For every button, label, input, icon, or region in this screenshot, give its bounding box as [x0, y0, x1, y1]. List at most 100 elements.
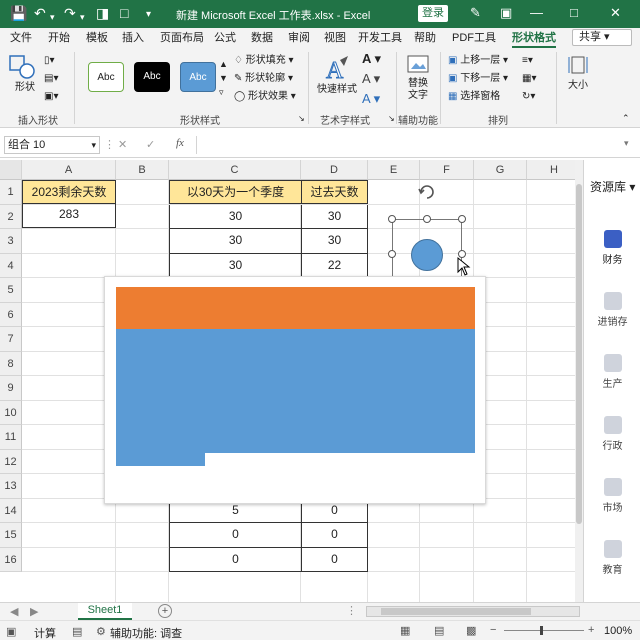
alt-text-button[interactable]: 替换 文字	[402, 54, 434, 106]
sheet-tab-sheet1[interactable]: Sheet1	[78, 603, 132, 620]
customize-qat-icon[interactable]: ▾	[146, 7, 151, 23]
row-header-14[interactable]: 14	[0, 498, 22, 523]
expand-formula-icon[interactable]: ▾	[624, 138, 629, 149]
redo-dropdown-icon[interactable]: ▾	[80, 9, 85, 25]
zoom-level[interactable]: 100%	[604, 625, 632, 637]
name-box[interactable]: 组合 10 ▾	[4, 136, 100, 154]
row-header-16[interactable]: 16	[0, 547, 22, 572]
style-sample-blue[interactable]: Abc	[180, 62, 216, 92]
shape-fill-button[interactable]: ♢ 形状填充 ▾	[234, 54, 294, 67]
cell-D1[interactable]: 过去天数	[301, 180, 368, 204]
formula-more-icon[interactable]: ⋮	[104, 138, 115, 151]
redo-icon[interactable]: ↷	[64, 5, 76, 21]
image-icon[interactable]: □	[120, 5, 128, 21]
row-header-10[interactable]: 10	[0, 400, 22, 425]
column-header-C[interactable]: C	[169, 160, 301, 180]
share-button[interactable]: 共享 ▾	[572, 29, 632, 46]
cell-D3[interactable]: 30	[301, 229, 368, 254]
cell-D15[interactable]: 0	[301, 523, 368, 548]
shape-outline-button[interactable]: ✎ 形状轮廓 ▾	[234, 72, 293, 85]
dialog-launcher-icon[interactable]: ↘	[388, 112, 395, 125]
resize-handle[interactable]	[388, 250, 396, 258]
cancel-icon[interactable]: ✕	[118, 138, 127, 151]
cell-C15[interactable]: 0	[169, 523, 302, 548]
resource-library-title[interactable]: 资源库 ▾	[590, 178, 635, 195]
tab-home[interactable]: 开始	[48, 31, 70, 45]
add-sheet-icon[interactable]: +	[158, 604, 172, 618]
collapse-ribbon-icon[interactable]: ⌃	[622, 112, 630, 125]
row-header-4[interactable]: 4	[0, 253, 22, 278]
chart-blue-band[interactable]	[116, 329, 475, 453]
save-icon[interactable]: 💾	[10, 5, 27, 21]
macro-icon[interactable]: ▤	[72, 625, 82, 638]
shape-effects-button[interactable]: ◯ 形状效果 ▾	[234, 90, 296, 103]
cell-A1[interactable]: 2023剩余天数	[22, 180, 116, 204]
page-break-view-icon[interactable]: ▩	[466, 624, 476, 637]
style-sample-black[interactable]: Abc	[134, 62, 170, 92]
prev-sheet-icon[interactable]: ◀	[10, 605, 18, 618]
tab-view[interactable]: 视图	[324, 31, 346, 45]
tab-developer[interactable]: 开发工具	[358, 31, 402, 45]
column-header-H[interactable]: H	[527, 160, 575, 180]
chart-orange-band[interactable]	[116, 287, 475, 329]
quick-styles-button[interactable]: A 快速样式	[314, 54, 360, 104]
pen-icon[interactable]: ✎	[470, 5, 481, 21]
cell-A2[interactable]: 283	[22, 203, 116, 228]
row-header-15[interactable]: 15	[0, 523, 22, 548]
send-backward-button[interactable]: ▣ 下移一层 ▾	[448, 72, 508, 85]
column-header-F[interactable]: F	[420, 160, 474, 180]
shapes-gallery-button[interactable]: 形状	[8, 54, 42, 104]
rotate-handle-icon[interactable]	[416, 180, 438, 202]
cell-C1[interactable]: 以30天为一个季度	[169, 180, 302, 204]
resize-handle[interactable]	[388, 215, 396, 223]
close-icon[interactable]: ✕	[610, 5, 621, 21]
zoom-slider[interactable]	[504, 630, 584, 631]
horizontal-scrollbar[interactable]	[366, 606, 580, 617]
row-header-8[interactable]: 8	[0, 351, 22, 376]
camera-icon[interactable]: ◨	[96, 5, 109, 21]
accessibility-icon[interactable]: ⚙	[96, 625, 106, 638]
tab-pdf-tools[interactable]: PDF工具	[452, 31, 496, 45]
dialog-launcher-icon[interactable]: ↘	[298, 112, 305, 125]
page-layout-view-icon[interactable]: ▤	[434, 624, 444, 637]
tab-page-layout[interactable]: 页面布局	[160, 31, 204, 45]
undo-dropdown-icon[interactable]: ▾	[50, 9, 55, 25]
resize-handle[interactable]	[458, 215, 466, 223]
tab-shape-format[interactable]: 形状格式	[512, 31, 556, 48]
resource-item[interactable]: 市场	[584, 478, 640, 514]
column-header-G[interactable]: G	[474, 160, 527, 180]
next-sheet-icon[interactable]: ▶	[30, 605, 38, 618]
row-header-7[interactable]: 7	[0, 327, 22, 352]
align-icon[interactable]: ≡▾	[522, 54, 533, 67]
vertical-scroll-thumb[interactable]	[576, 184, 582, 524]
merge-shapes-icon[interactable]: ▣▾	[44, 90, 58, 103]
zoom-out-icon[interactable]: −	[490, 624, 496, 636]
normal-view-icon[interactable]: ▦	[400, 624, 410, 637]
row-header-12[interactable]: 12	[0, 449, 22, 474]
row-header-13[interactable]: 13	[0, 474, 22, 499]
cell-D4[interactable]: 22	[301, 253, 368, 278]
row-header-5[interactable]: 5	[0, 278, 22, 303]
insert-function-icon[interactable]: fx	[176, 137, 184, 149]
text-effects-button[interactable]: A ▾	[362, 92, 380, 105]
row-header-2[interactable]: 2	[0, 204, 22, 229]
cell-D16[interactable]: 0	[301, 547, 368, 572]
row-header-11[interactable]: 11	[0, 425, 22, 450]
column-header-D[interactable]: D	[301, 160, 368, 180]
resource-item[interactable]: 进销存	[584, 292, 640, 328]
formula-input[interactable]	[196, 136, 580, 154]
resource-item[interactable]: 生产	[584, 354, 640, 390]
column-header-E[interactable]: E	[368, 160, 420, 180]
sheet-options-icon[interactable]: ⋮	[346, 604, 357, 617]
tab-data[interactable]: 数据	[251, 31, 273, 45]
chart-area[interactable]	[104, 276, 486, 504]
edit-shape-icon[interactable]: ▯▾	[44, 54, 55, 67]
tab-help[interactable]: 帮助	[414, 31, 436, 45]
tab-file[interactable]: 文件	[10, 31, 32, 45]
row-header-6[interactable]: 6	[0, 302, 22, 327]
textbox-icon[interactable]: ▤▾	[44, 72, 58, 85]
tab-formulas[interactable]: 公式	[214, 31, 236, 45]
column-header-A[interactable]: A	[22, 160, 116, 180]
gallery-up-icon[interactable]: ▲	[219, 58, 228, 71]
gallery-more-icon[interactable]: ▿	[219, 86, 224, 99]
